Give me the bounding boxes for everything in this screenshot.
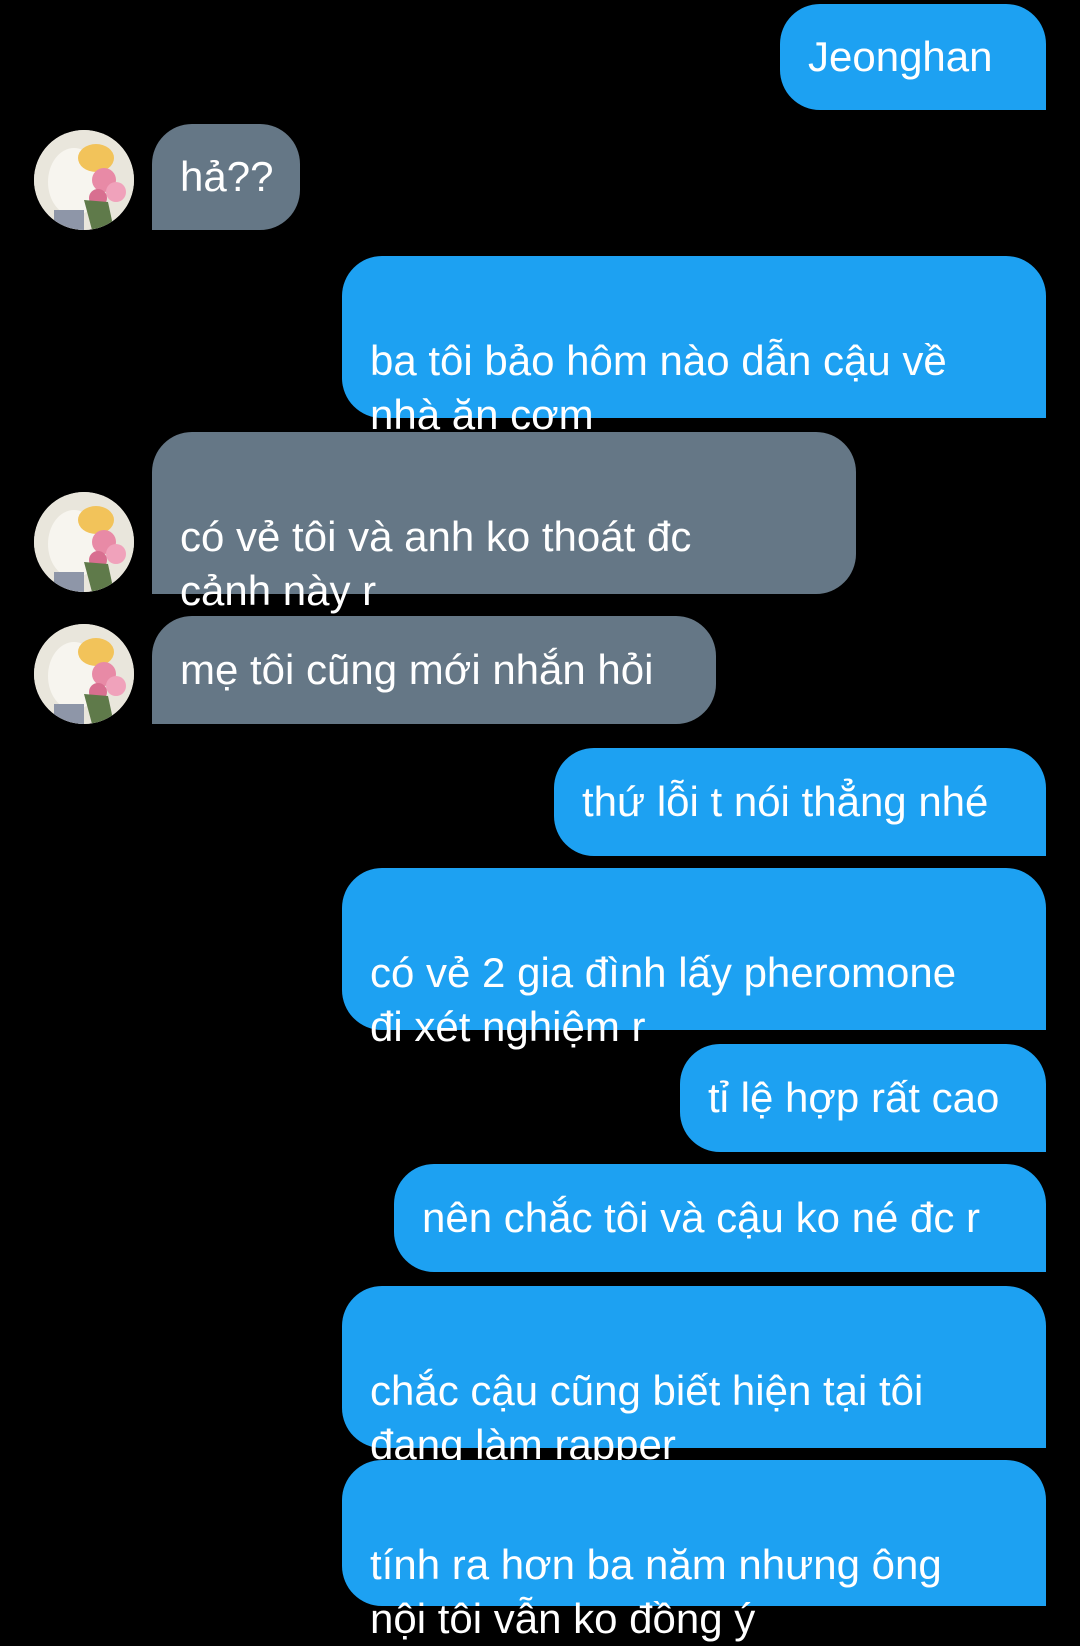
message-text: hả?? xyxy=(180,153,274,200)
contact-avatar[interactable] xyxy=(34,130,134,230)
message-text: có vẻ tôi và anh ko thoát đc cảnh này r xyxy=(180,513,692,614)
message-text: chắc cậu cũng biết hiện tại tôi đang làm… xyxy=(370,1367,924,1468)
avatar-icon xyxy=(34,624,134,724)
message-text: tỉ lệ hợp rất cao xyxy=(708,1074,1000,1121)
message-bubble-sent[interactable]: Jeonghan xyxy=(780,4,1046,110)
message-bubble-sent[interactable]: thứ lỗi t nói thẳng nhé xyxy=(554,748,1046,856)
message-text: Jeonghan xyxy=(808,33,993,80)
message-bubble-sent[interactable]: tính ra hơn ba năm nhưng ông nội tôi vẫn… xyxy=(342,1460,1046,1642)
message-thread: Jeonghan hả?? ba tôi bảo hôm nào dẫn cậu… xyxy=(0,0,1080,1642)
message-bubble-sent[interactable]: ba tôi bảo hôm nào dẫn cậu về nhà ăn cơm xyxy=(342,256,1046,438)
message-text: nên chắc tôi và cậu ko né đc r xyxy=(422,1194,980,1241)
avatar-icon xyxy=(34,130,134,230)
message-text: thứ lỗi t nói thẳng nhé xyxy=(582,778,989,825)
message-bubble-received[interactable]: có vẻ tôi và anh ko thoát đc cảnh này r xyxy=(152,432,856,614)
message-bubble-received[interactable]: mẹ tôi cũng mới nhắn hỏi xyxy=(152,616,716,724)
message-bubble-sent[interactable]: chắc cậu cũng biết hiện tại tôi đang làm… xyxy=(342,1286,1046,1468)
message-bubble-sent[interactable]: có vẻ 2 gia đình lấy pheromone đi xét ng… xyxy=(342,868,1046,1050)
message-bubble-received[interactable]: hả?? xyxy=(152,124,300,230)
avatar-icon xyxy=(34,492,134,592)
contact-avatar[interactable] xyxy=(34,624,134,724)
message-text: tính ra hơn ba năm nhưng ông nội tôi vẫn… xyxy=(370,1541,942,1642)
message-text: mẹ tôi cũng mới nhắn hỏi xyxy=(180,646,654,693)
message-bubble-sent[interactable]: tỉ lệ hợp rất cao xyxy=(680,1044,1046,1152)
message-text: ba tôi bảo hôm nào dẫn cậu về nhà ăn cơm xyxy=(370,337,947,438)
message-bubble-sent[interactable]: nên chắc tôi và cậu ko né đc r xyxy=(394,1164,1046,1272)
message-text: có vẻ 2 gia đình lấy pheromone đi xét ng… xyxy=(370,949,957,1050)
contact-avatar[interactable] xyxy=(34,492,134,592)
